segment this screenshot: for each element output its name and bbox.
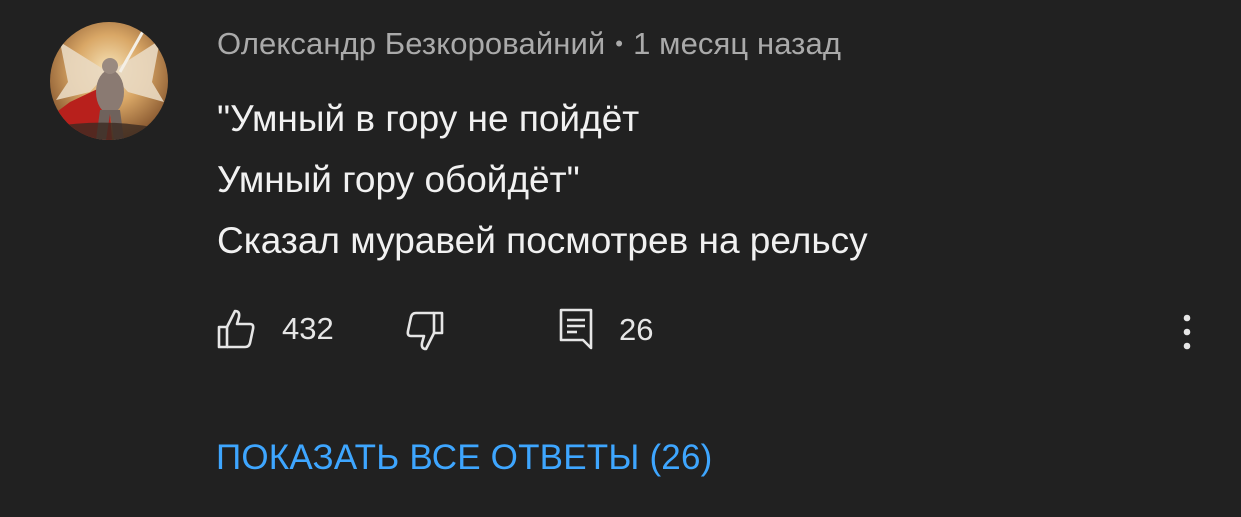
like-count: 432 — [282, 311, 334, 346]
comment-meta: Олександр Безкоровайний • 1 месяц назад — [217, 26, 841, 62]
thumbs-down-icon — [406, 311, 444, 351]
dislike-button[interactable] — [405, 310, 445, 352]
comment-time[interactable]: 1 месяц назад — [633, 26, 841, 61]
thumbs-up-icon — [217, 309, 255, 349]
comment-line: Сказал муравей посмотрев на рельсу — [217, 220, 868, 261]
meta-separator: • — [615, 31, 624, 56]
like-button[interactable]: 432 — [216, 308, 334, 350]
author-name[interactable]: Олександр Безкоровайний — [217, 26, 605, 61]
more-vert-icon — [1183, 314, 1191, 350]
author-avatar[interactable] — [50, 22, 168, 140]
avatar-image — [50, 22, 168, 140]
comment-text: "Умный в гору не пойдёт Умный гору обойд… — [217, 88, 868, 271]
show-all-replies-button[interactable]: ПОКАЗАТЬ ВСЕ ОТВЕТЫ (26) — [216, 438, 713, 478]
reply-count: 26 — [619, 312, 654, 347]
reply-icon — [559, 308, 593, 350]
more-actions-button[interactable] — [1172, 308, 1202, 356]
comment-line: Умный гору обойдёт" — [217, 159, 580, 200]
comment-line: "Умный в гору не пойдёт — [217, 98, 640, 139]
reply-button[interactable]: 26 — [559, 308, 653, 352]
